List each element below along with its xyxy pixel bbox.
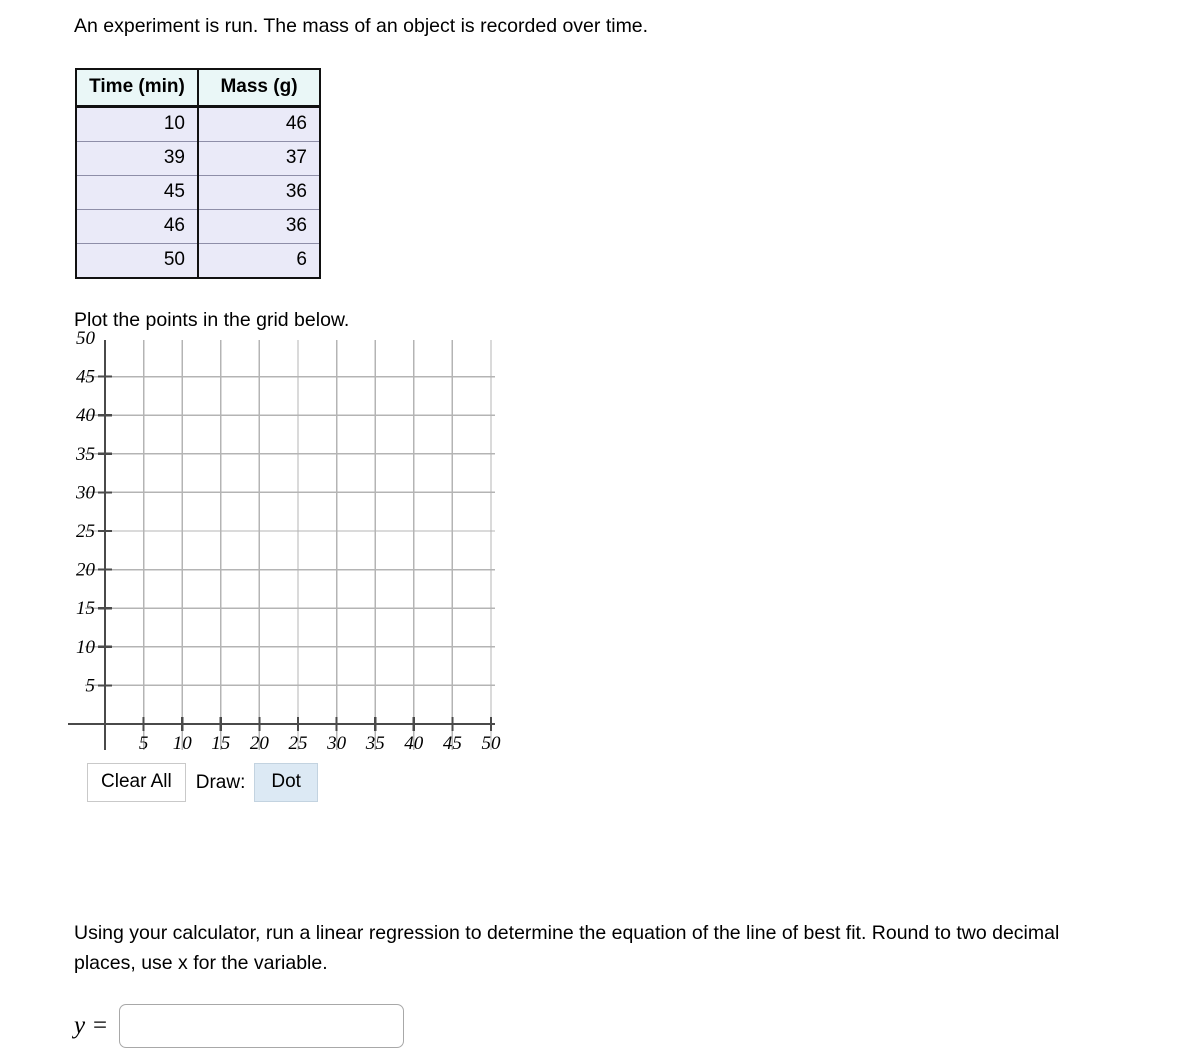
cell-time: 10 <box>76 106 199 142</box>
y-axis-tick-label: 10 <box>76 637 96 658</box>
plot-grid[interactable]: 50 45 40 35 30 25 20 15 10 5 5 10 15 20 25 30 35 40 45 50 <box>60 330 510 760</box>
cell-time: 46 <box>76 209 199 244</box>
y-axis-tick-label: 45 <box>76 367 95 388</box>
cell-mass: 37 <box>198 141 320 176</box>
cell-mass: 46 <box>198 106 320 142</box>
x-axis-tick-label: 5 <box>139 733 149 754</box>
column-header-time: Time (min) <box>76 69 199 108</box>
regression-instruction: Using your calculator, run a linear regr… <box>74 922 1060 974</box>
table-row: 10 46 <box>76 106 320 142</box>
y-axis-tick-label: 40 <box>76 405 96 426</box>
x-axis-tick-label: 10 <box>173 733 193 754</box>
y-axis-tick-label: 15 <box>76 598 95 619</box>
table-row: 39 37 <box>76 141 320 176</box>
x-axis-tick-label: 45 <box>443 733 462 754</box>
answer-row: y = <box>74 1004 405 1048</box>
clear-all-button[interactable]: Clear All <box>87 763 186 802</box>
x-axis-tick-label: 30 <box>326 733 347 754</box>
data-table: Time (min) Mass (g) 10 46 39 37 45 36 46… <box>75 68 321 279</box>
y-axis-tick-label: 5 <box>86 675 96 696</box>
cell-mass: 36 <box>198 209 320 244</box>
table-header-row: Time (min) Mass (g) <box>76 69 320 108</box>
cell-time: 50 <box>76 243 199 278</box>
x-axis-tick-label: 35 <box>365 733 385 754</box>
y-axis-tick-label: 20 <box>76 560 96 581</box>
intro-prompt: An experiment is run. The mass of an obj… <box>74 15 649 37</box>
table-row: 50 6 <box>76 243 320 278</box>
graph-toolbar: Clear All Draw: Dot <box>87 763 318 802</box>
y-axis-tick-label: 30 <box>75 482 96 503</box>
x-axis-tick-label: 25 <box>289 733 308 754</box>
plot-grid-canvas[interactable]: 50 45 40 35 30 25 20 15 10 5 5 10 15 20 25 30 35 40 45 50 <box>60 330 510 760</box>
column-header-mass: Mass (g) <box>198 69 320 108</box>
answer-input[interactable] <box>119 1004 405 1048</box>
draw-mode-dot-button[interactable]: Dot <box>254 763 318 802</box>
y-axis-tick-label: 25 <box>76 521 95 542</box>
cell-mass: 36 <box>198 175 320 210</box>
cell-time: 39 <box>76 141 199 176</box>
x-axis-tick-label: 15 <box>211 733 230 754</box>
y-equals-label: y = <box>74 1012 109 1039</box>
y-axis-tick-label: 50 <box>76 330 96 349</box>
cell-mass: 6 <box>198 243 320 278</box>
x-axis-tick-label: 50 <box>482 733 502 754</box>
x-axis-tick-label: 20 <box>250 733 270 754</box>
table-row: 46 36 <box>76 209 320 244</box>
draw-mode-label: Draw: <box>195 771 246 793</box>
x-axis-tick-label: 40 <box>404 733 424 754</box>
table-row: 45 36 <box>76 175 320 210</box>
y-axis-tick-label: 35 <box>75 444 95 465</box>
cell-time: 45 <box>76 175 199 210</box>
